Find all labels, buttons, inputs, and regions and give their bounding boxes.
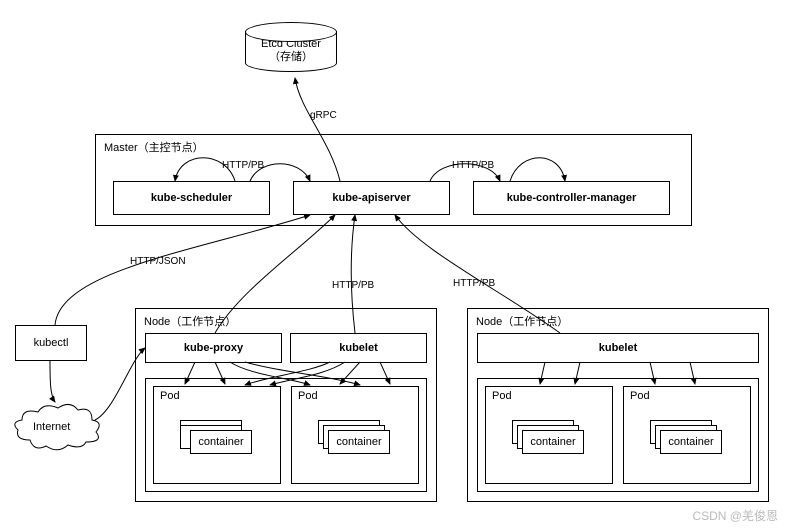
node2-pod2-label: Pod bbox=[630, 390, 650, 402]
kube-proxy-box: kube-proxy bbox=[145, 333, 282, 363]
edge-grpc: gRPC bbox=[310, 110, 337, 121]
internet-label: Internet bbox=[33, 421, 70, 433]
node2-title: Node（工作节点） bbox=[476, 313, 568, 329]
kube-proxy-label: kube-proxy bbox=[184, 342, 243, 354]
node2-pod1-label: Pod bbox=[492, 390, 512, 402]
node2-kubelet-box: kubelet bbox=[477, 333, 759, 363]
edge-httppb-3: HTTP/PB bbox=[332, 280, 374, 291]
etcd-label-2: （存储） bbox=[269, 51, 313, 64]
kube-controller-manager-box: kube-controller-manager bbox=[473, 181, 670, 215]
edge-httppb-1: HTTP/PB bbox=[222, 160, 264, 171]
edge-httppb-4: HTTP/PB bbox=[453, 278, 495, 289]
kubectl-label: kubectl bbox=[34, 337, 69, 349]
master-title: Master（主控节点） bbox=[104, 139, 204, 155]
node1-pod2-label: Pod bbox=[298, 390, 318, 402]
node1-pod2-container-label: container bbox=[336, 436, 381, 448]
node2-pod1-container-label: container bbox=[530, 436, 575, 448]
watermark: CSDN @羌俊恩 bbox=[692, 507, 778, 524]
node1-pod1-container-label: container bbox=[198, 436, 243, 448]
etcd-cluster: Etcd Cluster （存储） bbox=[245, 22, 337, 72]
kube-apiserver-label: kube-apiserver bbox=[332, 192, 410, 204]
node2-pod2-container-label: container bbox=[668, 436, 713, 448]
node1-pod1-label: Pod bbox=[160, 390, 180, 402]
kube-scheduler-box: kube-scheduler bbox=[113, 181, 270, 215]
kube-apiserver-box: kube-apiserver bbox=[293, 181, 450, 215]
node2-kubelet-label: kubelet bbox=[599, 342, 638, 354]
kubectl-box: kubectl bbox=[15, 325, 87, 361]
kube-controller-manager-label: kube-controller-manager bbox=[507, 192, 637, 204]
node1-kubelet-label: kubelet bbox=[339, 342, 378, 354]
node1-title: Node（工作节点） bbox=[144, 313, 236, 329]
node1-kubelet-box: kubelet bbox=[290, 333, 427, 363]
kube-scheduler-label: kube-scheduler bbox=[151, 192, 232, 204]
edge-httppb-2: HTTP/PB bbox=[452, 160, 494, 171]
edge-httpjson: HTTP/JSON bbox=[130, 256, 186, 267]
